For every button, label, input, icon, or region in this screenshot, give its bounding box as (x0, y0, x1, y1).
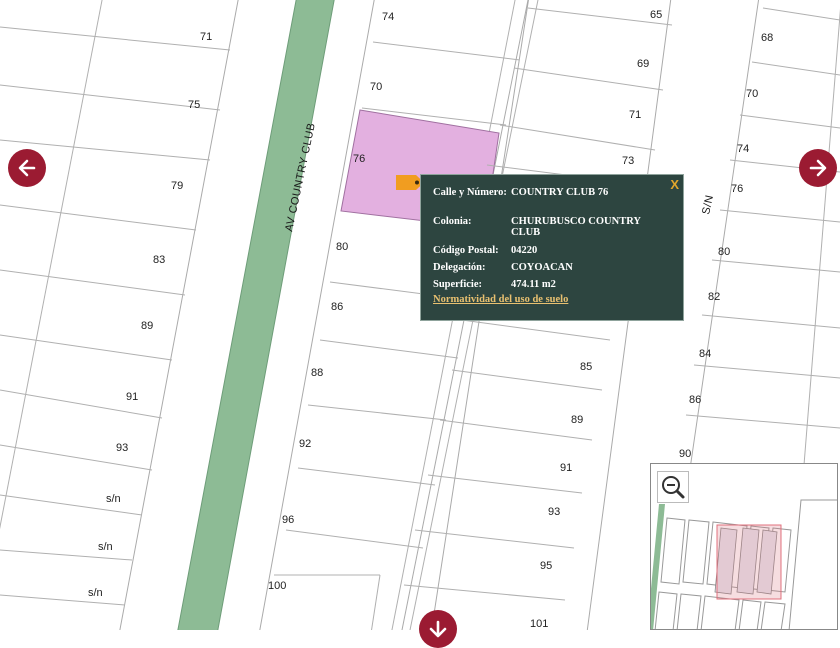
popup-label: Código Postal: (433, 245, 499, 256)
popup-label: Calle y Número: (433, 187, 507, 198)
arrow-down-icon (429, 620, 447, 638)
overview-map[interactable] (650, 463, 838, 630)
popup-value: COUNTRY CLUB 76 (511, 187, 609, 198)
lot-number: 85 (580, 361, 592, 373)
popup-row-address: Calle y Número: COUNTRY CLUB 76 (433, 187, 673, 198)
popup-row-delegacion: Delegación: COYOACAN (433, 262, 673, 273)
land-use-regulations-link[interactable]: Normatividad del uso de suelo (433, 294, 568, 305)
lot-number: 89 (571, 414, 583, 426)
lot-number: s/n (88, 587, 103, 599)
lot-number: 88 (311, 367, 323, 379)
lot-number: 92 (299, 438, 311, 450)
lot-number: s/n (106, 493, 121, 505)
lot-number: s/n (98, 541, 113, 553)
lot-number: 83 (153, 254, 165, 266)
lot-number: 79 (171, 180, 183, 192)
lot-number: 70 (370, 81, 382, 93)
lot-number: 86 (331, 301, 343, 313)
lot-number: 76 (353, 153, 365, 165)
lot-number: 93 (548, 506, 560, 518)
popup-value: 04220 (511, 245, 538, 256)
lot-number: 76 (731, 183, 743, 195)
pan-right-button[interactable] (799, 149, 837, 187)
lot-number: 101 (530, 618, 548, 630)
popup-label: Colonia: (433, 216, 472, 227)
lot-number: 100 (268, 580, 286, 592)
lot-number: 80 (336, 241, 348, 253)
arrow-left-icon (18, 159, 36, 177)
lot-number: 71 (200, 31, 212, 43)
lot-number: 69 (637, 58, 649, 70)
zoom-out-button[interactable] (657, 471, 689, 503)
lot-number: 68 (761, 32, 773, 44)
lot-info-popup: X Calle y Número: COUNTRY CLUB 76 Coloni… (420, 174, 684, 321)
lot-number: 71 (629, 109, 641, 121)
popup-value: CHURUBUSCO COUNTRY CLUB (511, 216, 641, 238)
street-label-sn: S/N (700, 194, 716, 216)
lot-number: 65 (650, 9, 662, 21)
lot-number: 80 (718, 246, 730, 258)
lot-number: 91 (560, 462, 572, 474)
arrow-right-icon (809, 159, 827, 177)
lot-number: 82 (708, 291, 720, 303)
lot-number: 70 (746, 88, 758, 100)
popup-value: COYOACAN (511, 262, 573, 273)
popup-row-colonia: Colonia: CHURUBUSCO COUNTRY CLUB (433, 216, 673, 238)
lot-number: 75 (188, 99, 200, 111)
lot-number: 95 (540, 560, 552, 572)
popup-row-postal-code: Código Postal: 04220 (433, 245, 673, 256)
lot-number: 89 (141, 320, 153, 332)
lot-number: 90 (679, 448, 691, 460)
lot-number: 91 (126, 391, 138, 403)
lot-number: 93 (116, 442, 128, 454)
lot-number: 74 (737, 143, 749, 155)
lot-number: 86 (689, 394, 701, 406)
popup-value: 474.11 m2 (511, 279, 556, 290)
lot-number: 73 (622, 155, 634, 167)
zoom-out-icon (662, 476, 685, 499)
popup-label: Delegación: (433, 262, 486, 273)
pan-down-button[interactable] (419, 610, 457, 648)
lot-number: 96 (282, 514, 294, 526)
lot-number: 74 (382, 11, 394, 23)
popup-label: Superficie: (433, 279, 482, 290)
pan-left-button[interactable] (8, 149, 46, 187)
lot-number: 84 (699, 348, 711, 360)
popup-row-superficie: Superficie: 474.11 m2 (433, 279, 673, 290)
